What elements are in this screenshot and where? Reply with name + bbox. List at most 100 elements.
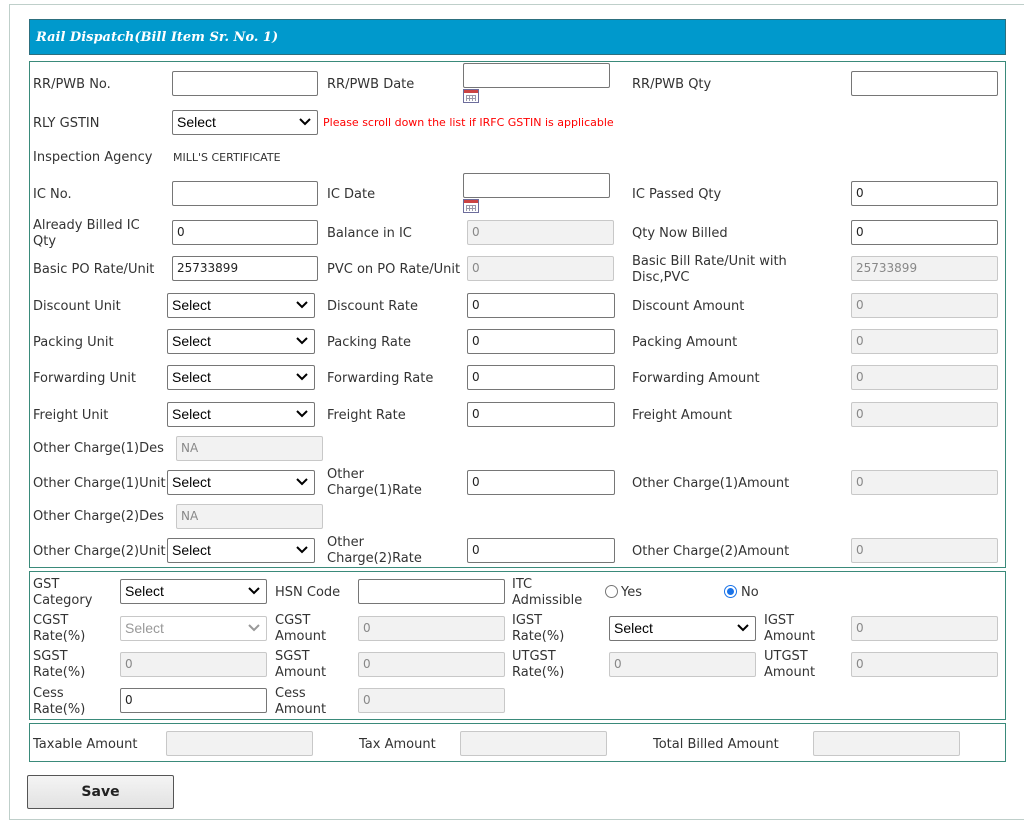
ic-passed-qty-label: IC Passed Qty <box>632 187 722 202</box>
hsn-code-label: HSN Code <box>275 585 341 600</box>
cess-amount-label: Cess Amount <box>275 686 327 717</box>
chevron-down-icon <box>296 301 308 309</box>
itc-yes-radio[interactable] <box>605 585 618 598</box>
gst-category-label: GST Category <box>33 577 93 608</box>
packing-rate-label: Packing Rate <box>327 335 411 350</box>
tax-amount-field <box>460 731 607 756</box>
other-charge-2-unit-select[interactable]: Select <box>167 538 315 563</box>
other-charge-2-des-field: NA <box>176 504 323 529</box>
chevron-down-icon <box>296 478 308 486</box>
rr-qty-label: RR/PWB Qty <box>632 77 712 92</box>
rr-no-input[interactable] <box>172 71 318 96</box>
utgst-rate-field: 0 <box>609 652 756 677</box>
other-charge-1-des-field: NA <box>176 436 323 461</box>
itc-yes-label: Yes <box>621 585 642 600</box>
basic-po-rate-input[interactable]: 25733899 <box>172 256 318 281</box>
packing-rate-input[interactable]: 0 <box>467 329 615 354</box>
inspection-agency-value: MILL'S CERTIFICATE <box>173 151 281 164</box>
sgst-amount-label: SGST Amount <box>275 649 327 680</box>
chevron-down-icon <box>296 373 308 381</box>
other-charge-2-unit-value: Select <box>172 542 211 558</box>
chevron-down-icon <box>299 118 311 126</box>
freight-rate-label: Freight Rate <box>327 408 406 423</box>
igst-rate-label: IGST Rate(%) <box>512 613 565 644</box>
forwarding-unit-value: Select <box>172 369 211 385</box>
tax-amount-label: Tax Amount <box>359 737 436 752</box>
chevron-down-icon <box>296 337 308 345</box>
forwarding-rate-label: Forwarding Rate <box>327 371 434 386</box>
other-charge-1-rate-label: Other Charge(1)Rate <box>327 467 422 498</box>
other-charge-1-rate-input[interactable]: 0 <box>467 470 615 495</box>
other-charge-1-amount-field: 0 <box>851 470 998 495</box>
sgst-amount-field: 0 <box>358 652 505 677</box>
packing-unit-value: Select <box>172 333 211 349</box>
basic-po-rate-label: Basic PO Rate/Unit <box>33 262 155 277</box>
ic-no-label: IC No. <box>33 187 72 202</box>
ic-passed-qty-input[interactable]: 0 <box>851 181 998 206</box>
sgst-rate-field: 0 <box>120 652 267 677</box>
cess-amount-field: 0 <box>358 688 505 713</box>
discount-rate-input[interactable]: 0 <box>467 293 615 318</box>
taxable-amount-label: Taxable Amount <box>33 737 138 752</box>
utgst-amount-field: 0 <box>851 652 998 677</box>
basic-bill-rate-label: Basic Bill Rate/Unit with Disc,PVC <box>632 254 787 285</box>
packing-unit-select[interactable]: Select <box>167 329 315 354</box>
taxable-amount-field <box>166 731 313 756</box>
discount-unit-label: Discount Unit <box>33 299 121 314</box>
igst-rate-select[interactable]: Select <box>609 616 756 641</box>
cgst-rate-value: Select <box>125 620 164 636</box>
igst-amount-label: IGST Amount <box>764 613 816 644</box>
cgst-amount-label: CGST Amount <box>275 613 327 644</box>
qty-now-billed-input[interactable]: 0 <box>851 220 998 245</box>
gst-category-select[interactable]: Select <box>120 579 267 604</box>
calendar-icon[interactable] <box>463 199 479 213</box>
forwarding-amount-field: 0 <box>851 365 998 390</box>
packing-amount-field: 0 <box>851 329 998 354</box>
chevron-down-icon <box>737 624 749 632</box>
forwarding-rate-input[interactable]: 0 <box>467 365 615 390</box>
ic-date-input[interactable] <box>463 173 610 198</box>
other-charge-2-rate-input[interactable]: 0 <box>467 538 615 563</box>
hsn-code-input[interactable] <box>358 579 505 604</box>
discount-amount-field: 0 <box>851 293 998 318</box>
balance-ic-field: 0 <box>467 220 614 245</box>
rly-gstin-select[interactable]: Select <box>172 110 318 135</box>
itc-no-radio[interactable] <box>724 585 737 598</box>
rly-gstin-value: Select <box>177 114 216 130</box>
freight-rate-input[interactable]: 0 <box>467 402 615 427</box>
freight-unit-select[interactable]: Select <box>167 402 315 427</box>
rr-date-input[interactable] <box>463 63 610 88</box>
other-charge-2-rate-label: Other Charge(2)Rate <box>327 535 422 566</box>
balance-ic-label: Balance in IC <box>327 226 412 241</box>
rr-no-label: RR/PWB No. <box>33 77 111 92</box>
freight-unit-value: Select <box>172 406 211 422</box>
save-button[interactable]: Save <box>27 775 174 809</box>
freight-unit-label: Freight Unit <box>33 408 109 423</box>
other-charge-1-unit-select[interactable]: Select <box>167 470 315 495</box>
total-billed-amount-field <box>813 731 960 756</box>
itc-admissible-label: ITC Admissible <box>512 577 583 608</box>
packing-amount-label: Packing Amount <box>632 335 738 350</box>
other-charge-1-unit-label: Other Charge(1)Unit <box>33 476 166 491</box>
other-charge-2-amount-label: Other Charge(2)Amount <box>632 544 790 559</box>
other-charge-2-amount-field: 0 <box>851 538 998 563</box>
utgst-rate-label: UTGST Rate(%) <box>512 649 565 680</box>
ic-no-input[interactable] <box>172 181 318 206</box>
chevron-down-icon <box>248 624 260 632</box>
cess-rate-input[interactable]: 0 <box>120 688 267 713</box>
qty-now-billed-label: Qty Now Billed <box>632 226 728 241</box>
forwarding-unit-select[interactable]: Select <box>167 365 315 390</box>
forwarding-amount-label: Forwarding Amount <box>632 371 760 386</box>
calendar-icon[interactable] <box>463 89 479 103</box>
discount-unit-select[interactable]: Select <box>167 293 315 318</box>
rr-date-label: RR/PWB Date <box>327 77 415 92</box>
rly-gstin-note: Please scroll down the list if IRFC GSTI… <box>323 116 614 129</box>
other-charge-1-unit-value: Select <box>172 474 211 490</box>
freight-amount-field: 0 <box>851 402 998 427</box>
forwarding-unit-label: Forwarding Unit <box>33 371 136 386</box>
already-billed-input[interactable]: 0 <box>172 220 318 245</box>
section-title: Rail Dispatch(Bill Item Sr. No. 1) <box>29 19 1006 55</box>
basic-bill-rate-field: 25733899 <box>851 256 998 281</box>
rr-qty-input[interactable] <box>851 71 998 96</box>
other-charge-1-des-label: Other Charge(1)Des <box>33 441 164 456</box>
